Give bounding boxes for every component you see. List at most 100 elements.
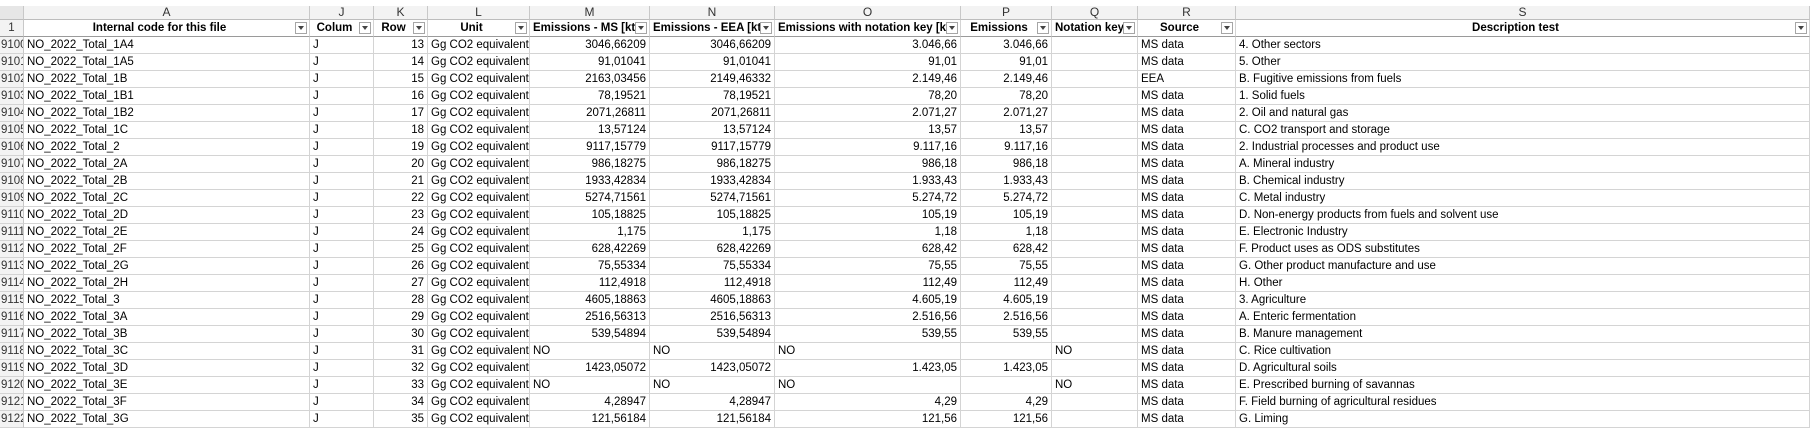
cell-m[interactable]: 1,175 [530,224,650,241]
cell-n[interactable]: 4,28947 [650,394,775,411]
cell-j[interactable]: J [310,139,374,156]
cell-r[interactable]: MS data [1138,275,1236,292]
cell-j[interactable]: J [310,156,374,173]
cell-p[interactable]: 628,42 [961,241,1052,258]
cell-a[interactable]: NO_2022_Total_1B [24,71,310,88]
cell-s[interactable]: D. Non-energy products from fuels and so… [1236,207,1810,224]
select-all-corner[interactable] [0,6,24,20]
cell-o[interactable]: 986,18 [775,156,961,173]
row-number[interactable]: 9108 [0,173,24,190]
cell-r[interactable]: MS data [1138,411,1236,428]
filter-dropdown-icon[interactable] [295,22,307,34]
filter-dropdown-icon[interactable] [1123,22,1135,34]
cell-r[interactable]: MS data [1138,224,1236,241]
cell-k[interactable]: 34 [374,394,428,411]
cell-k[interactable]: 32 [374,360,428,377]
cell-r[interactable]: MS data [1138,105,1236,122]
cell-p[interactable]: 2.516,56 [961,309,1052,326]
cell-o[interactable]: 4,29 [775,394,961,411]
cell-n[interactable]: 112,4918 [650,275,775,292]
cell-p[interactable]: 13,57 [961,122,1052,139]
cell-j[interactable]: J [310,394,374,411]
cell-o[interactable]: 628,42 [775,241,961,258]
cell-p[interactable]: 1,18 [961,224,1052,241]
cell-a[interactable]: NO_2022_Total_1B2 [24,105,310,122]
cell-m[interactable]: 5274,71561 [530,190,650,207]
cell-k[interactable]: 31 [374,343,428,360]
cell-s[interactable]: F. Field burning of agricultural residue… [1236,394,1810,411]
row-number[interactable]: 9106 [0,139,24,156]
cell-n[interactable]: 105,18825 [650,207,775,224]
cell-r[interactable]: MS data [1138,54,1236,71]
cell-o[interactable]: 2.516,56 [775,309,961,326]
cell-n[interactable]: 2149,46332 [650,71,775,88]
row-number[interactable]: 9119 [0,360,24,377]
cell-m[interactable]: 628,42269 [530,241,650,258]
cell-s[interactable]: D. Agricultural soils [1236,360,1810,377]
cell-j[interactable]: J [310,411,374,428]
row-number[interactable]: 9121 [0,394,24,411]
column-letter-q[interactable]: Q [1052,6,1138,20]
cell-k[interactable]: 22 [374,190,428,207]
column-letter-p[interactable]: P [961,6,1052,20]
cell-n[interactable]: 1,175 [650,224,775,241]
cell-n[interactable]: 9117,15779 [650,139,775,156]
row-number[interactable]: 9100 [0,37,24,54]
cell-o[interactable]: 91,01 [775,54,961,71]
cell-o[interactable]: 2.149,46 [775,71,961,88]
row-number[interactable]: 9103 [0,88,24,105]
cell-q[interactable]: NO [1052,343,1138,360]
cell-q[interactable]: NO [1052,377,1138,394]
header-cell-s[interactable]: Description test [1236,20,1810,37]
cell-s[interactable]: 3. Agriculture [1236,292,1810,309]
cell-m[interactable]: 986,18275 [530,156,650,173]
cell-s[interactable]: B. Fugitive emissions from fuels [1236,71,1810,88]
cell-j[interactable]: J [310,258,374,275]
cell-o[interactable]: 4.605,19 [775,292,961,309]
cell-q[interactable] [1052,190,1138,207]
filter-dropdown-icon[interactable] [1037,22,1049,34]
cell-r[interactable]: MS data [1138,190,1236,207]
cell-p[interactable]: 4.605,19 [961,292,1052,309]
cell-j[interactable]: J [310,292,374,309]
cell-l[interactable]: Gg CO2 equivalent [428,326,530,343]
row-number[interactable]: 9109 [0,190,24,207]
cell-m[interactable]: 1933,42834 [530,173,650,190]
cell-l[interactable]: Gg CO2 equivalent [428,309,530,326]
cell-l[interactable]: Gg CO2 equivalent [428,224,530,241]
column-letter-l[interactable]: L [428,6,530,20]
cell-o[interactable]: 9.117,16 [775,139,961,156]
cell-s[interactable]: B. Chemical industry [1236,173,1810,190]
cell-p[interactable]: 986,18 [961,156,1052,173]
cell-s[interactable]: 2. Industrial processes and product use [1236,139,1810,156]
cell-l[interactable]: Gg CO2 equivalent [428,411,530,428]
cell-s[interactable]: E. Prescribed burning of savannas [1236,377,1810,394]
filter-dropdown-icon[interactable] [515,22,527,34]
cell-a[interactable]: NO_2022_Total_2B [24,173,310,190]
cell-l[interactable]: Gg CO2 equivalent [428,241,530,258]
cell-j[interactable]: J [310,309,374,326]
row-number[interactable]: 9105 [0,122,24,139]
cell-p[interactable]: 75,55 [961,258,1052,275]
cell-m[interactable]: 112,4918 [530,275,650,292]
cell-n[interactable]: 986,18275 [650,156,775,173]
cell-a[interactable]: NO_2022_Total_3A [24,309,310,326]
cell-l[interactable]: Gg CO2 equivalent [428,292,530,309]
column-letter-r[interactable]: R [1138,6,1236,20]
cell-p[interactable]: 5.274,72 [961,190,1052,207]
cell-m[interactable]: 75,55334 [530,258,650,275]
cell-j[interactable]: J [310,122,374,139]
filter-dropdown-icon[interactable] [413,22,425,34]
cell-r[interactable]: MS data [1138,173,1236,190]
cell-r[interactable]: MS data [1138,394,1236,411]
cell-r[interactable]: EEA [1138,71,1236,88]
cell-o[interactable]: 1.423,05 [775,360,961,377]
cell-j[interactable]: J [310,326,374,343]
cell-q[interactable] [1052,54,1138,71]
cell-n[interactable]: 3046,66209 [650,37,775,54]
cell-l[interactable]: Gg CO2 equivalent [428,139,530,156]
cell-s[interactable]: G. Liming [1236,411,1810,428]
cell-l[interactable]: Gg CO2 equivalent [428,37,530,54]
cell-r[interactable]: MS data [1138,139,1236,156]
cell-r[interactable]: MS data [1138,377,1236,394]
